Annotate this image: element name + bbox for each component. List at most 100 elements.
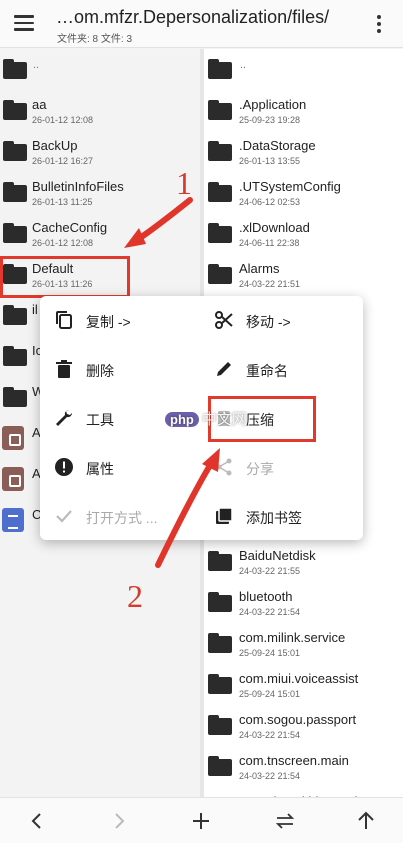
folder-icon xyxy=(3,100,27,120)
file-date: 24-03-22 21:55 xyxy=(239,566,301,576)
file-date: 24-03-22 21:54 xyxy=(239,607,301,617)
file-date: 25-09-24 15:01 xyxy=(239,648,301,658)
folder-icon xyxy=(3,141,27,161)
folder-icon xyxy=(208,141,232,161)
folder-icon xyxy=(208,592,232,612)
archive-file-icon xyxy=(2,467,24,491)
file-date: 24-03-22 21:54 xyxy=(239,771,301,781)
document-file-icon xyxy=(2,508,24,532)
file-row[interactable]: bluetooth 24-03-22 21:54 xyxy=(204,582,403,623)
file-row[interactable]: com.miui.voiceassist 25-09-24 15:01 xyxy=(204,664,403,705)
watermark-text: 中文网 xyxy=(201,411,247,428)
menu-item-move[interactable]: 移动 -> xyxy=(206,303,356,337)
file-date: 24-06-12 02:53 xyxy=(239,197,301,207)
menu-item-rename[interactable]: 重命名 xyxy=(206,352,356,386)
file-date: 25-09-23 19:28 xyxy=(239,115,301,125)
pencil-icon xyxy=(217,362,231,376)
wrench-icon xyxy=(56,409,73,426)
folder-icon xyxy=(208,756,232,776)
folder-icon xyxy=(208,715,232,735)
file-row[interactable]: CacheConfig 26-01-12 12:08 xyxy=(0,213,200,254)
file-row[interactable]: .Application 25-09-23 19:28 xyxy=(204,90,403,131)
more-vert-icon[interactable] xyxy=(376,14,382,34)
info-icon xyxy=(55,458,73,476)
file-name: com.miui.voiceassist xyxy=(239,671,359,686)
file-name: .Application xyxy=(239,97,307,112)
hamburger-menu-icon[interactable] xyxy=(14,14,34,32)
file-row[interactable]: BulletinInfoFiles 26-01-13 11:25 xyxy=(0,172,200,213)
menu-label-copy: 复制 -> xyxy=(86,314,131,330)
file-row[interactable]: aa 26-01-12 12:08 xyxy=(0,90,200,131)
folder-icon xyxy=(3,346,27,366)
top-app-bar: …om.mfzr.Depersonalization/files/ 文件夹: 8… xyxy=(0,0,403,48)
default-folder-highlight-box xyxy=(0,256,130,298)
archive-file-icon xyxy=(2,426,24,450)
parent-dir-label: .. xyxy=(33,59,40,71)
folder-icon xyxy=(208,551,232,571)
file-date: 24-03-22 21:54 xyxy=(239,730,301,740)
menu-item-copy[interactable]: 复制 -> xyxy=(46,303,196,337)
file-name: Alarms xyxy=(239,261,280,276)
file-name: .xlDownload xyxy=(239,220,310,235)
file-row[interactable]: BaiduNetdisk 24-03-22 21:55 xyxy=(204,541,403,582)
folder-file-count: 文件夹: 8 文件: 3 xyxy=(57,34,133,45)
file-date: 26-01-13 11:25 xyxy=(32,197,93,207)
file-row[interactable]: BackUp 26-01-12 16:27 xyxy=(0,131,200,172)
file-date: 26-01-13 13:55 xyxy=(239,156,301,166)
copy-icon xyxy=(56,311,72,329)
file-name: aa xyxy=(32,97,47,112)
file-name: BaiduNetdisk xyxy=(239,548,316,563)
file-date: 24-03-22 21:51 xyxy=(239,279,301,289)
up-arrow-icon[interactable] xyxy=(355,810,377,832)
step-2-label: 2 xyxy=(127,578,143,614)
file-row[interactable]: .UTSystemConfig 24-06-12 02:53 xyxy=(204,172,403,213)
forward-chevron-icon[interactable] xyxy=(108,810,130,832)
share-icon xyxy=(216,458,232,476)
file-manager-app: …om.mfzr.Depersonalization/files/ 文件夹: 8… xyxy=(0,0,403,843)
file-row[interactable]: com.milink.service 25-09-24 15:01 xyxy=(204,623,403,664)
folder-icon xyxy=(208,264,232,284)
file-date: 24-06-11 22:38 xyxy=(239,238,300,248)
menu-label-bookmark: 添加书签 xyxy=(246,510,302,526)
file-name: il xyxy=(32,302,38,317)
parent-dir-label: .. xyxy=(240,59,247,71)
file-date: 26-01-12 16:27 xyxy=(32,156,94,166)
add-icon[interactable] xyxy=(190,810,212,832)
menu-label-move: 移动 -> xyxy=(246,314,291,330)
menu-item-bookmark[interactable]: 添加书签 xyxy=(206,499,356,533)
file-row[interactable]: com.xiaomi.bluetooth xyxy=(204,787,403,797)
bottom-toolbar xyxy=(0,797,403,843)
file-row[interactable]: com.sogou.passport 24-03-22 21:54 xyxy=(204,705,403,746)
file-row[interactable]: .. xyxy=(204,49,403,90)
folder-icon xyxy=(208,182,232,202)
trash-icon xyxy=(56,360,72,378)
folder-icon xyxy=(208,100,232,120)
file-row[interactable]: Alarms 24-03-22 21:51 xyxy=(204,254,403,295)
file-row[interactable]: .xlDownload 24-06-11 22:38 xyxy=(204,213,403,254)
file-date: 25-09-24 15:01 xyxy=(239,689,301,699)
current-path[interactable]: …om.mfzr.Depersonalization/files/ xyxy=(56,6,361,28)
file-row[interactable]: .DataStorage 26-01-13 13:55 xyxy=(204,131,403,172)
watermark: php 中文网 xyxy=(165,408,247,429)
back-chevron-icon[interactable] xyxy=(26,810,48,832)
file-date: 26-01-12 12:08 xyxy=(32,238,94,248)
file-date: 26-01-12 12:08 xyxy=(32,115,94,125)
folder-icon xyxy=(3,223,27,243)
menu-item-properties[interactable]: 属性 xyxy=(46,450,196,484)
menu-item-open-with[interactable]: 打开方式 ... xyxy=(46,499,196,533)
file-row[interactable]: .. xyxy=(0,49,200,90)
menu-label-open-with: 打开方式 ... xyxy=(86,510,158,526)
menu-label-properties: 属性 xyxy=(86,461,114,477)
watermark-badge: php xyxy=(165,412,199,427)
folder-icon xyxy=(208,223,232,243)
file-name: com.milink.service xyxy=(239,630,346,645)
file-name: bluetooth xyxy=(239,589,293,604)
folder-icon xyxy=(208,59,232,79)
menu-item-share[interactable]: 分享 xyxy=(206,450,356,484)
check-icon xyxy=(56,510,72,523)
bookmark-add-icon xyxy=(216,507,233,524)
swap-icon[interactable] xyxy=(274,810,296,832)
file-row[interactable]: com.tnscreen.main 24-03-22 21:54 xyxy=(204,746,403,787)
menu-label-rename: 重命名 xyxy=(246,363,288,379)
menu-item-delete[interactable]: 删除 xyxy=(46,352,196,386)
